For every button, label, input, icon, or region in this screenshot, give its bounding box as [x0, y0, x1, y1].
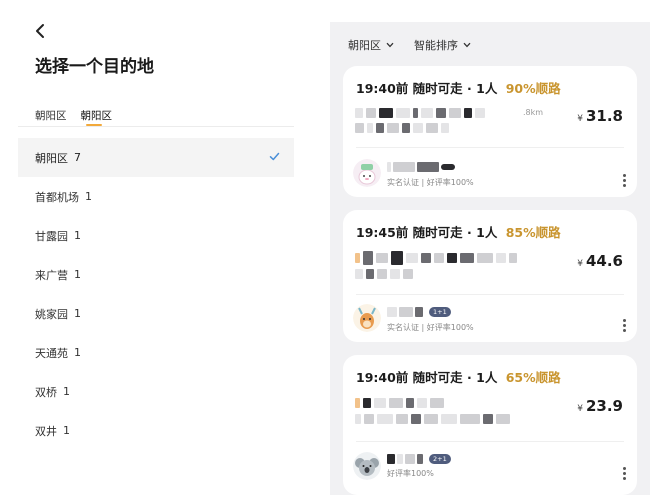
area-tabs: 朝阳区 朝阳区	[35, 108, 113, 126]
destination-picker: 选择一个目的地 朝阳区 朝阳区 朝阳区 7 首都机场 1 甘露园 1 来广营 1 姚家…	[0, 0, 300, 495]
route-match: 65%顺路	[505, 370, 561, 385]
ride-results-panel: 朝阳区 智能排序 19:40前 随时可走 · 1人 90%顺路 .8km ¥ 3…	[330, 22, 650, 495]
area-list: 朝阳区 7 首都机场 1 甘露园 1 来广营 1 姚家园 1 天通苑 1 双桥 1 双井 1	[18, 138, 294, 450]
area-name: 朝阳区	[35, 151, 68, 165]
price-value: 23.9	[585, 397, 623, 415]
pickup-address-blurred	[355, 107, 485, 119]
area-name: 姚家园	[35, 307, 68, 321]
price-value: 31.8	[585, 107, 623, 125]
ride-time: 19:40前	[356, 81, 409, 96]
list-item[interactable]: 甘露园 1	[18, 216, 294, 255]
ride-card[interactable]: 19:40前 随时可走 · 1人 65%顺路 ¥23.9 2+1 好评率100%	[343, 355, 637, 495]
more-options-icon[interactable]	[623, 174, 627, 189]
list-item[interactable]: 首都机场 1	[18, 177, 294, 216]
currency-symbol: ¥	[577, 404, 583, 414]
ride-people: 1人	[476, 81, 498, 96]
driver-name-blurred: 2+1	[387, 454, 451, 464]
driver-level-badge: 2+1	[429, 454, 451, 464]
route-match: 90%顺路	[505, 81, 561, 96]
driver-name-blurred: 1+1	[387, 307, 451, 317]
driver-level-badge: 1+1	[429, 307, 451, 317]
pickup-address-blurred	[355, 397, 444, 409]
ride-price: ¥31.8	[577, 107, 623, 125]
area-count: 1	[74, 346, 81, 359]
page-title: 选择一个目的地	[35, 57, 154, 77]
dropoff-address-blurred	[355, 122, 449, 134]
back-arrow-icon[interactable]	[32, 22, 50, 40]
ride-card[interactable]: 19:45前 随时可走 · 1人 85%顺路 ¥44.6 1+1 实名认证 | …	[343, 210, 637, 342]
ride-time: 19:45前	[356, 225, 409, 240]
driver-avatar	[353, 159, 381, 187]
more-options-icon[interactable]	[623, 467, 627, 482]
sort-dropdown[interactable]: 智能排序	[414, 37, 471, 53]
screen: 选择一个目的地 朝阳区 朝阳区 朝阳区 7 首都机场 1 甘露园 1 来广营 1 姚家…	[0, 0, 650, 495]
ride-mode: 随时可走	[412, 225, 463, 240]
filter-label: 智能排序	[414, 39, 458, 52]
tab-label: 朝阳区	[35, 110, 67, 122]
route-match: 85%顺路	[505, 225, 561, 240]
tab-area-2[interactable]: 朝阳区	[80, 108, 113, 126]
area-name: 天通苑	[35, 346, 68, 360]
area-count: 1	[74, 268, 81, 281]
ride-summary: 19:40前 随时可走 · 1人 65%顺路	[356, 370, 561, 385]
area-count: 1	[63, 424, 70, 437]
chevron-down-icon	[463, 42, 471, 48]
tab-area-1[interactable]: 朝阳区	[35, 108, 67, 123]
list-item[interactable]: 天通苑 1	[18, 333, 294, 372]
ride-summary: 19:45前 随时可走 · 1人 85%顺路	[356, 225, 561, 240]
pickup-address-blurred	[355, 251, 517, 265]
filter-bar: 朝阳区 智能排序	[348, 37, 471, 53]
area-name: 双桥	[35, 385, 57, 399]
ride-mode: 随时可走	[412, 81, 463, 96]
ride-price: ¥44.6	[577, 252, 623, 270]
currency-symbol: ¥	[577, 114, 583, 124]
area-count: 1	[74, 307, 81, 320]
divider	[356, 147, 624, 148]
area-name: 双井	[35, 424, 57, 438]
ride-price: ¥23.9	[577, 397, 623, 415]
driver-verification: 实名认证 | 好评率100%	[387, 323, 474, 332]
list-item[interactable]: 朝阳区 7	[18, 138, 294, 177]
ride-people: 1人	[476, 225, 498, 240]
area-count: 1	[85, 190, 92, 203]
ride-summary: 19:40前 随时可走 · 1人 90%顺路	[356, 81, 561, 96]
currency-symbol: ¥	[577, 259, 583, 269]
chevron-down-icon	[386, 42, 394, 48]
dropoff-address-blurred	[355, 268, 413, 280]
tab-label: 朝阳区	[80, 110, 113, 122]
ride-time: 19:40前	[356, 370, 409, 385]
list-item[interactable]: 来广营 1	[18, 255, 294, 294]
driver-name-blurred	[387, 162, 455, 172]
area-filter-dropdown[interactable]: 朝阳区	[348, 37, 394, 53]
driver-verification: 好评率100%	[387, 469, 434, 478]
area-name: 甘露园	[35, 229, 68, 243]
divider	[356, 441, 624, 442]
check-icon	[269, 152, 280, 161]
driver-verification: 实名认证 | 好评率100%	[387, 178, 474, 187]
area-count: 1	[74, 229, 81, 242]
driver-avatar	[353, 304, 381, 332]
ride-card[interactable]: 19:40前 随时可走 · 1人 90%顺路 .8km ¥31.8 实名认证 |…	[343, 66, 637, 197]
more-options-icon[interactable]	[623, 319, 627, 334]
ride-people: 1人	[476, 370, 498, 385]
dropoff-address-blurred	[355, 413, 510, 425]
driver-avatar	[353, 452, 381, 480]
distance: .8km	[523, 108, 544, 117]
list-item[interactable]: 双桥 1	[18, 372, 294, 411]
area-name: 首都机场	[35, 190, 79, 204]
divider	[18, 126, 294, 127]
filter-label: 朝阳区	[348, 39, 381, 52]
ride-mode: 随时可走	[412, 370, 463, 385]
area-count: 1	[63, 385, 70, 398]
price-value: 44.6	[585, 252, 623, 270]
area-name: 来广营	[35, 268, 68, 282]
divider	[356, 294, 624, 295]
area-count: 7	[74, 151, 81, 164]
list-item[interactable]: 双井 1	[18, 411, 294, 450]
list-item[interactable]: 姚家园 1	[18, 294, 294, 333]
